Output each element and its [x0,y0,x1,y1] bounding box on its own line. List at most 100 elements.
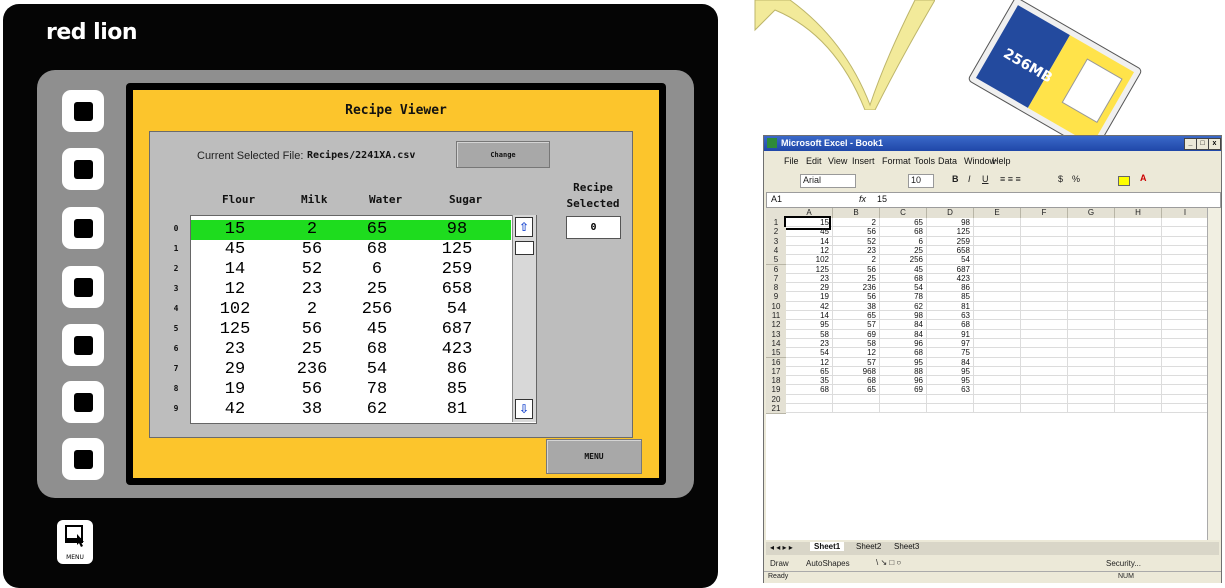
cell[interactable]: 65 [833,385,876,395]
table-row[interactable]: 19 56 78 85 [191,380,511,400]
table-cell: 23 [301,280,323,299]
current-file-label: Current Selected File: [197,150,304,162]
vertical-scrollbar[interactable] [1207,208,1220,540]
soft-key-2[interactable] [62,148,104,190]
security-button[interactable]: Security... [1106,559,1141,568]
table-cell: 98 [446,220,468,239]
table-cell: 125 [219,320,251,339]
menu-key[interactable]: MENU [57,520,93,564]
tab-sheet1[interactable]: Sheet1 [810,542,845,551]
column-header[interactable]: I [1162,208,1209,218]
table-cell: 14 [224,260,246,279]
table-cell: 56 [301,240,323,259]
table-cell: 81 [446,400,468,419]
scroll-down-icon[interactable]: ⇩ [515,399,533,419]
row-index: 2 [173,264,179,273]
underline-icon[interactable]: U [982,174,989,184]
tab-sheet3[interactable]: Sheet3 [890,542,923,551]
formula-input[interactable]: 15 [877,194,887,204]
menu-button[interactable]: MENU [546,439,642,474]
soft-key-1[interactable] [62,90,104,132]
column-header[interactable]: G [1068,208,1115,218]
menu-item-format[interactable]: Format [882,156,911,166]
table-cell: 15 [224,220,246,239]
table-row[interactable]: 125 56 45 687 [191,320,511,340]
column-header[interactable]: A [786,208,833,218]
tab-nav-icons[interactable]: ◂ ◂ ▸ ▸ [770,543,793,552]
row-index: 3 [173,284,179,293]
square-icon [73,277,93,297]
menu-item-view[interactable]: View [828,156,847,166]
excel-window: Microsoft Excel - Book1 _ □ x Arial 10 B… [763,135,1222,583]
column-header[interactable]: B [833,208,880,218]
row-index: 5 [173,324,179,333]
font-color-icon[interactable]: A [1140,173,1147,183]
fill-color-icon[interactable] [1118,176,1130,186]
num-lock-indicator: NUM [1118,573,1134,580]
tab-sheet2[interactable]: Sheet2 [852,542,885,551]
menu-item-insert[interactable]: Insert [852,156,875,166]
cell[interactable]: 69 [880,385,923,395]
cell[interactable]: 68 [786,385,829,395]
autoshapes-menu[interactable]: AutoShapes [806,559,850,568]
soft-key-4[interactable] [62,266,104,308]
grid-line [973,218,974,414]
menu-item-help[interactable]: Help [992,156,1011,166]
percent-icon[interactable]: % [1072,174,1080,184]
grid-line [786,412,1209,414]
font-name-select[interactable]: Arial [800,174,856,188]
name-box[interactable]: A1 [771,194,782,204]
column-header[interactable]: C [880,208,927,218]
menu-item-tools[interactable]: Tools [914,156,935,166]
table-row[interactable]: 45 56 68 125 [191,240,511,260]
table-row[interactable]: 23 25 68 423 [191,340,511,360]
bold-icon[interactable]: B [952,174,959,184]
table-row[interactable]: 14 52 6 259 [191,260,511,280]
table-row[interactable]: 102 2 256 54 [191,300,511,320]
page-title: Recipe Viewer [345,103,447,118]
table-cell: 687 [441,320,473,339]
align-icons[interactable]: ≡ ≡ ≡ [1000,174,1021,184]
recipe-table[interactable]: 15 2 65 98 45 56 68 125 14 52 6 259 12 23 25 658 102 2 256… [190,215,537,424]
soft-key-3[interactable] [62,207,104,249]
function-icon[interactable]: fx [859,194,866,204]
column-header[interactable]: D [927,208,974,218]
cell[interactable]: 63 [927,385,970,395]
close-icon[interactable]: x [1208,138,1221,150]
scroll-up-icon[interactable]: ⇧ [515,217,533,237]
table-row[interactable]: 42 38 62 81 [191,400,511,420]
column-header-sugar: Sugar [449,193,483,206]
current-file-value: Recipes/2241XA.csv [307,150,416,161]
grid-line [926,218,927,414]
draw-menu[interactable]: Draw [770,559,789,568]
soft-key-6[interactable] [62,381,104,423]
grid-line [1161,218,1162,414]
table-cell: 54 [446,300,468,319]
select-all-corner[interactable] [766,208,786,218]
change-button[interactable]: Change [456,141,550,168]
table-row[interactable]: 12 23 25 658 [191,280,511,300]
column-header[interactable]: F [1021,208,1068,218]
table-row[interactable]: 29 236 54 86 [191,360,511,380]
column-header[interactable]: H [1115,208,1162,218]
font-size-select[interactable]: 10 [908,174,934,188]
square-icon [73,449,93,469]
menu-icon [65,525,84,547]
shape-tool-icons[interactable]: \ ↘ □ ○ [876,558,901,567]
table-cell: 52 [301,260,323,279]
menu-item-data[interactable]: Data [938,156,957,166]
table-cell: 68 [366,240,388,259]
menu-item-file[interactable]: File [784,156,799,166]
table-row[interactable]: 15 2 65 98 [191,220,511,240]
spreadsheet-grid[interactable]: A B C D E F G H I 1 15 2 65 98 2 45 56 68 125 3 14 52 6 259 4 12 2… [766,208,1209,540]
soft-key-7[interactable] [62,438,104,480]
scroll-thumb[interactable] [515,241,534,255]
column-header[interactable]: E [974,208,1021,218]
soft-key-5[interactable] [62,324,104,366]
table-cell: 56 [301,320,323,339]
currency-icon[interactable]: $ [1058,174,1063,184]
italic-icon[interactable]: I [968,174,971,184]
table-cell: 42 [224,400,246,419]
row-header[interactable]: 21 [766,404,786,415]
menu-item-edit[interactable]: Edit [806,156,822,166]
